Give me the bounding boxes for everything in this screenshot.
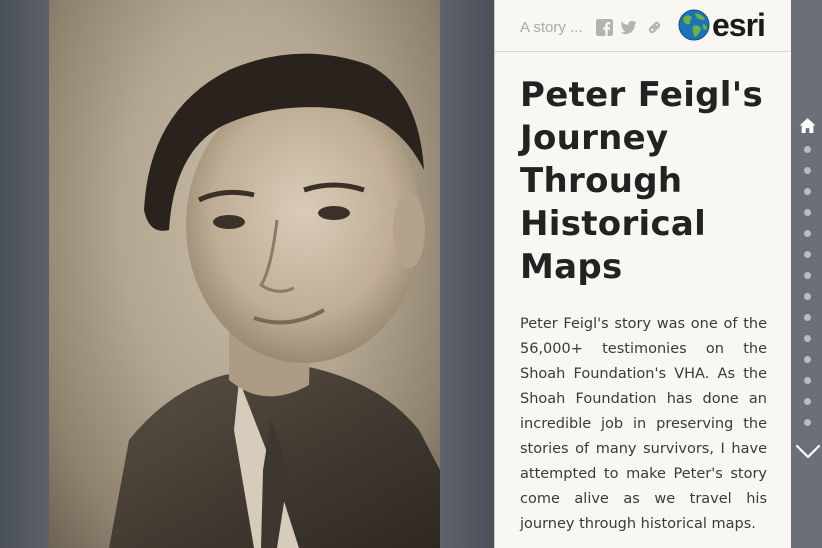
nav-section-dot[interactable] bbox=[804, 230, 811, 237]
story-title: Peter Feigl's Journey Through Historical… bbox=[520, 75, 763, 287]
nav-section-dot[interactable] bbox=[804, 293, 811, 300]
globe-icon bbox=[678, 9, 710, 41]
panel-header: A story ... esri bbox=[495, 0, 791, 52]
story-intro: Peter Feigl's story was one of the 56,00… bbox=[520, 316, 767, 532]
story-panel: A story ... esri Peter Feigl's Journey T… bbox=[494, 0, 791, 548]
twitter-icon[interactable] bbox=[620, 19, 637, 36]
link-icon[interactable] bbox=[646, 19, 663, 36]
media-stage bbox=[0, 0, 494, 548]
nav-section-dot[interactable] bbox=[804, 314, 811, 321]
nav-section-dot[interactable] bbox=[804, 167, 811, 174]
chevron-down-icon[interactable] bbox=[795, 442, 821, 460]
portrait-photo bbox=[49, 0, 440, 548]
nav-section-dot[interactable] bbox=[804, 272, 811, 279]
esri-logo[interactable]: esri bbox=[678, 7, 766, 43]
home-icon[interactable] bbox=[799, 117, 816, 134]
nav-section-dot[interactable] bbox=[804, 335, 811, 342]
nav-section-dot[interactable] bbox=[804, 419, 811, 426]
nav-section-dot[interactable] bbox=[804, 209, 811, 216]
nav-section-dot[interactable] bbox=[804, 251, 811, 258]
nav-section-dot[interactable] bbox=[804, 398, 811, 405]
nav-section-dot[interactable] bbox=[804, 188, 811, 195]
nav-section-dot[interactable] bbox=[804, 377, 811, 384]
panel-body: Peter Feigl's Journey Through Historical… bbox=[520, 74, 767, 537]
header-subtitle[interactable]: A story ... bbox=[520, 19, 583, 36]
facebook-icon[interactable] bbox=[596, 19, 613, 36]
section-nav-rail bbox=[791, 0, 822, 548]
esri-wordmark: esri bbox=[712, 7, 766, 43]
nav-section-dot[interactable] bbox=[804, 146, 811, 153]
nav-section-dot[interactable] bbox=[804, 356, 811, 363]
